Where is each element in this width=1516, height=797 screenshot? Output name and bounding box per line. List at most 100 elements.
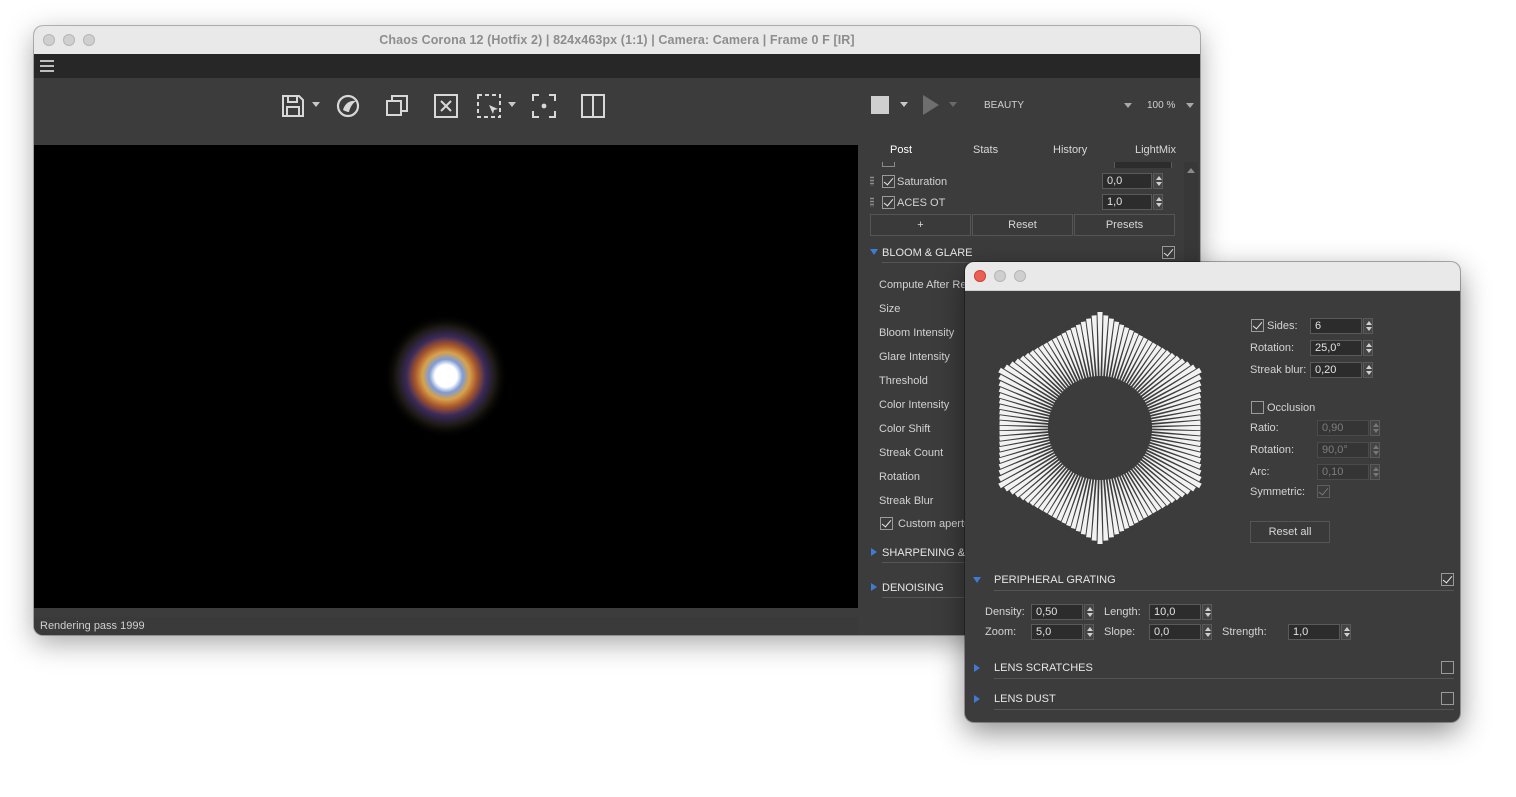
streak-blur-input[interactable]: 0,20 xyxy=(1310,362,1362,378)
compare-icon[interactable] xyxy=(579,92,607,120)
drag-handle-icon[interactable] xyxy=(870,197,874,207)
custom-aperture-checkbox[interactable] xyxy=(880,517,893,530)
region-select-icon[interactable] xyxy=(475,92,503,120)
occlusion-rotation-label: Rotation: xyxy=(1250,444,1295,456)
sides-input[interactable]: 6 xyxy=(1310,318,1362,334)
peripheral-grating-enable-checkbox[interactable] xyxy=(1441,573,1454,586)
rotation-label: Rotation: xyxy=(1250,342,1295,354)
collapse-triangle-icon[interactable] xyxy=(973,577,981,583)
menu-bar xyxy=(34,54,1200,78)
collapse-triangle-icon[interactable] xyxy=(870,249,878,255)
strength-input[interactable]: 1,0 xyxy=(1288,624,1340,640)
tab-history[interactable]: History xyxy=(1053,144,1087,156)
zoom-stepper[interactable] xyxy=(1084,624,1094,640)
slope-input[interactable]: 0,0 xyxy=(1149,624,1201,640)
divider xyxy=(994,709,1454,710)
streak-blur-label: Streak Blur xyxy=(879,495,934,507)
stop-icon[interactable] xyxy=(871,96,889,114)
play-dropdown-chevron-icon[interactable] xyxy=(949,102,957,107)
scroll-up-icon[interactable] xyxy=(1187,168,1195,173)
tab-lightmix[interactable]: LightMix xyxy=(1135,144,1176,156)
lens-scratches-title[interactable]: LENS SCRATCHES xyxy=(994,662,1093,674)
aces-ot-checkbox[interactable] xyxy=(882,196,895,209)
symmetric-checkbox[interactable] xyxy=(1317,485,1330,498)
corona-logo-icon[interactable] xyxy=(334,92,362,120)
denoising-title[interactable]: DENOISING xyxy=(882,582,944,594)
close-window-button[interactable] xyxy=(974,270,986,282)
arc-input[interactable]: 0,10 xyxy=(1317,464,1369,480)
slope-stepper[interactable] xyxy=(1202,624,1212,640)
add-operator-button[interactable]: + xyxy=(870,214,971,236)
sides-checkbox[interactable] xyxy=(1251,319,1264,332)
channel-chevron-down-icon[interactable] xyxy=(1124,103,1132,108)
status-text: Rendering pass 1999 xyxy=(40,620,145,632)
save-dropdown-chevron-icon[interactable] xyxy=(312,102,320,107)
density-input[interactable]: 0,50 xyxy=(1031,604,1083,620)
aperture-streak xyxy=(999,425,1049,431)
arc-stepper[interactable] xyxy=(1370,464,1380,480)
zoom-chevron-down-icon[interactable] xyxy=(1186,103,1194,108)
saturation-stepper[interactable] xyxy=(1153,173,1163,189)
play-icon[interactable] xyxy=(923,95,939,115)
custom-aperture-label: Custom apertu xyxy=(898,518,971,530)
occlusion-checkbox[interactable] xyxy=(1251,401,1264,414)
zoom-label: Zoom: xyxy=(985,626,1017,638)
tab-post[interactable]: Post xyxy=(890,144,912,156)
expand-triangle-icon[interactable] xyxy=(871,548,877,556)
reset-all-button[interactable]: Reset all xyxy=(1250,521,1330,543)
save-icon[interactable] xyxy=(279,92,307,120)
aces-ot-stepper[interactable] xyxy=(1153,194,1163,210)
aces-ot-input[interactable]: 1,0 xyxy=(1102,194,1152,210)
focus-icon[interactable] xyxy=(530,92,558,120)
sides-stepper[interactable] xyxy=(1363,318,1373,334)
drag-handle-icon[interactable] xyxy=(870,176,874,186)
rotation-input[interactable]: 25,0° xyxy=(1310,340,1362,356)
hamburger-menu-icon[interactable] xyxy=(40,60,54,72)
region-dropdown-chevron-icon[interactable] xyxy=(508,102,516,107)
bloom-intensity-label: Bloom Intensity xyxy=(879,327,955,339)
lens-dust-title[interactable]: LENS DUST xyxy=(994,693,1056,705)
aperture-streak xyxy=(1151,425,1201,431)
zoom-input[interactable]: 5,0 xyxy=(1031,624,1083,640)
bloom-glare-title[interactable]: BLOOM & GLARE xyxy=(882,247,972,259)
streak-blur-stepper[interactable] xyxy=(1363,362,1373,378)
lens-scratches-enable-checkbox[interactable] xyxy=(1441,661,1454,674)
expand-triangle-icon[interactable] xyxy=(974,664,980,672)
density-stepper[interactable] xyxy=(1084,604,1094,620)
length-stepper[interactable] xyxy=(1202,604,1212,620)
tab-stats[interactable]: Stats xyxy=(973,144,998,156)
divider xyxy=(994,678,1454,679)
expand-triangle-icon[interactable] xyxy=(871,583,877,591)
popup-title-bar xyxy=(965,262,1460,291)
bloom-glare-enable-checkbox[interactable] xyxy=(1162,246,1175,259)
stop-dropdown-chevron-icon[interactable] xyxy=(900,102,908,107)
occlusion-rotation-input[interactable]: 90,0° xyxy=(1317,442,1369,458)
clipped-row xyxy=(882,162,1172,168)
slope-label: Slope: xyxy=(1104,626,1136,638)
channel-select[interactable]: BEAUTY xyxy=(984,100,1024,111)
saturation-checkbox[interactable] xyxy=(882,175,895,188)
clear-icon[interactable] xyxy=(432,92,460,120)
saturation-input[interactable]: 0,0 xyxy=(1102,173,1152,189)
ratio-stepper[interactable] xyxy=(1370,420,1380,436)
copy-icon[interactable] xyxy=(383,92,411,120)
reset-button[interactable]: Reset xyxy=(972,214,1073,236)
strength-stepper[interactable] xyxy=(1341,624,1351,640)
length-input[interactable]: 10,0 xyxy=(1149,604,1201,620)
ratio-input[interactable]: 0,90 xyxy=(1317,420,1369,436)
peripheral-grating-title[interactable]: PERIPHERAL GRATING xyxy=(994,574,1116,586)
ratio-label: Ratio: xyxy=(1250,422,1279,434)
rotation-stepper[interactable] xyxy=(1363,340,1373,356)
sharpening-title[interactable]: SHARPENING & B xyxy=(882,547,976,559)
sides-label: Sides: xyxy=(1267,320,1298,332)
lens-dust-enable-checkbox[interactable] xyxy=(1441,692,1454,705)
zoom-select[interactable]: 100 % xyxy=(1147,100,1175,111)
minimize-window-button[interactable] xyxy=(994,270,1006,282)
presets-button[interactable]: Presets xyxy=(1074,214,1175,236)
occlusion-rotation-stepper[interactable] xyxy=(1370,442,1380,458)
aperture-streak xyxy=(1097,312,1103,377)
zoom-window-button[interactable] xyxy=(1014,270,1026,282)
render-viewport[interactable] xyxy=(34,145,858,608)
expand-triangle-icon[interactable] xyxy=(974,695,980,703)
window-title: Chaos Corona 12 (Hotfix 2) | 824x463px (… xyxy=(379,33,855,47)
